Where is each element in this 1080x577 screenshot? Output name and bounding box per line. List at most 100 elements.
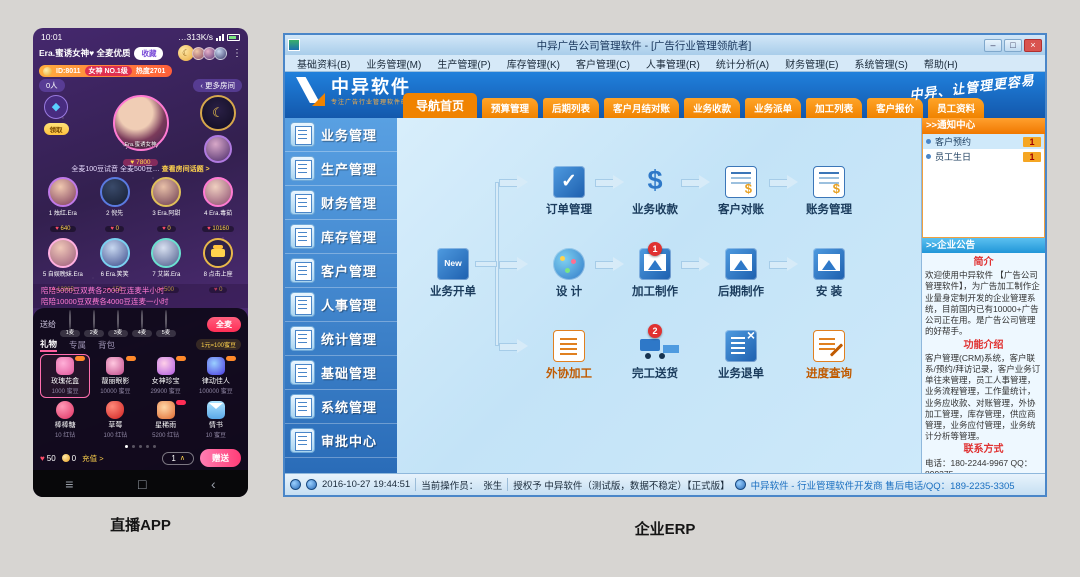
gift-target[interactable]: 4麦 (132, 311, 152, 337)
close-button[interactable]: × (1024, 39, 1042, 52)
workflow-node-design[interactable]: 设 计 (537, 248, 601, 299)
menu-basic-data[interactable]: 基础资料(B) (289, 56, 358, 71)
gift-target[interactable]: 3麦 (108, 311, 128, 337)
sidebar-item-inventory[interactable]: 库存管理 (285, 220, 397, 254)
gift-item-selected[interactable]: 玫瑰花盒1000 蜜豆 (40, 354, 90, 398)
tab-gifts[interactable]: 礼物 (40, 338, 57, 352)
menu-finance[interactable]: 财务管理(E) (777, 56, 846, 71)
workflow-node-outsourcing[interactable]: 外协加工 (537, 330, 601, 381)
gears-icon (290, 360, 315, 385)
people-count-pill[interactable]: 0人 (39, 79, 65, 92)
menu-production[interactable]: 生产管理(P) (429, 56, 498, 71)
nav-menu-icon[interactable]: ≡ (65, 476, 73, 492)
menu-help[interactable]: 帮助(H) (916, 56, 966, 71)
workflow-node-order-mgmt[interactable]: 订单管理 (537, 166, 601, 217)
tab-processing-list[interactable]: 加工列表 (806, 98, 862, 118)
count-badge: 1 (1023, 137, 1041, 147)
tab-staff[interactable]: 员工资料 (928, 98, 984, 118)
tab-nav-home[interactable]: 导航首页 (403, 93, 477, 118)
workflow-node-return[interactable]: 业务退单 (709, 330, 773, 381)
workflow-node-accounting[interactable]: 账务管理 (797, 166, 861, 217)
mic-seat[interactable]: 1 烛红.Era♥ 640 (37, 177, 89, 235)
gift-item[interactable]: 靓丽眼影10000 蜜豆 (90, 354, 140, 398)
menu-business[interactable]: 业务管理(M) (358, 56, 429, 71)
more-rooms-button[interactable]: ‹ 更多房间 (193, 79, 242, 92)
window-titlebar[interactable]: 中异广告公司管理软件 - [广告行业管理领航者] – □ × (285, 35, 1045, 55)
workflow-node-postproduction[interactable]: 后期制作 (709, 248, 773, 299)
workflow-node-delivery[interactable]: 2完工送货 (623, 330, 687, 381)
workflow-node-new-order[interactable]: 业务开单 (421, 248, 485, 299)
tab-exclusive[interactable]: 专属 (69, 339, 86, 351)
gift-grid: 玫瑰花盒1000 蜜豆 靓丽眼影10000 蜜豆 女神珍宝29900 蜜豆 律动… (40, 354, 241, 442)
target-avatar (93, 310, 95, 329)
gift-item[interactable]: 棒棒糖10 红钻 (40, 398, 90, 442)
workflow-node-install[interactable]: 安 装 (797, 248, 861, 299)
sidebar-item-customer[interactable]: 客户管理 (285, 254, 397, 288)
workflow-node-progress[interactable]: 进度查询 (797, 330, 861, 381)
workflow-node-receipts[interactable]: 业务收款 (623, 166, 687, 217)
sidebar-item-business[interactable]: 业务管理 (285, 118, 397, 152)
gift-target[interactable]: 2麦 (84, 311, 104, 337)
gift-item[interactable]: 女神珍宝29900 蜜豆 (141, 354, 191, 398)
all-mic-button[interactable]: 全麦 (207, 317, 241, 332)
tab-budget[interactable]: 预算管理 (482, 98, 538, 118)
tab-receipts[interactable]: 业务收款 (684, 98, 740, 118)
menu-system[interactable]: 系统管理(S) (847, 56, 916, 71)
gift-item[interactable]: 星稀雨5200 红钻 (141, 398, 191, 442)
menu-statistics[interactable]: 统计分析(A) (708, 56, 777, 71)
sidebar-item-basic[interactable]: 基础管理 (285, 356, 397, 390)
maximize-button[interactable]: □ (1004, 39, 1022, 52)
viewer-avatar[interactable] (214, 47, 227, 60)
gift-item[interactable]: 情书10 蜜豆 (191, 398, 241, 442)
minimize-button[interactable]: – (984, 39, 1002, 52)
claim-button[interactable]: 领取 (44, 123, 69, 135)
menu-customer[interactable]: 客户管理(C) (568, 56, 638, 71)
notify-item-appointments[interactable]: 客户预约1 (923, 134, 1044, 149)
gift-item[interactable]: 律动佳人100000 蜜豆 (191, 354, 241, 398)
recharge-link[interactable]: 充值 > (82, 453, 103, 464)
nav-home-icon[interactable]: □ (138, 476, 146, 492)
sidebar-item-hr[interactable]: 人事管理 (285, 288, 397, 322)
week-star-frame[interactable]: ☾ (200, 95, 236, 131)
quantity-stepper[interactable]: 1∧ (162, 452, 194, 465)
vendor-link[interactable]: 中异软件 - 行业管理软件开发商 售后电话/QQ：189-2235-3305 (751, 478, 1015, 492)
more-menu-icon[interactable]: ⋮ (232, 48, 242, 59)
room-topic-link[interactable]: 查看房间话题 > (162, 166, 210, 173)
workflow-node-processing[interactable]: 1加工制作 (623, 248, 687, 299)
tab-postproduction-list[interactable]: 后期列表 (543, 98, 599, 118)
favorite-button[interactable]: 收藏 (134, 47, 163, 60)
host-avatar[interactable]: Era.蜜诱女神 (113, 95, 169, 151)
tab-monthly-statement[interactable]: 客户月结对账 (604, 98, 679, 118)
caption-erp: 企业ERP (283, 518, 1047, 539)
workflow-node-reconcile[interactable]: 客户对账 (709, 166, 773, 217)
app-header: 中异软件 专注广告行业管理软件研发 导航首页 预算管理 后期列表 客户月结对账 … (285, 72, 1045, 118)
sidebar-item-statistics[interactable]: 统计管理 (285, 322, 397, 356)
sidebar-item-approval[interactable]: 审批中心 (285, 424, 397, 458)
room-announcement: 陪陪5000豆双费各2000豆连麦半小时 陪陪10000豆双费各4000豆连麦一… (33, 284, 248, 308)
mic-seat[interactable]: 3 Era.阿甜♥ 0 (141, 177, 193, 235)
tab-dispatch[interactable]: 业务派单 (745, 98, 801, 118)
gift-item[interactable]: 草莓100 红钻 (90, 398, 140, 442)
sidebar-item-system[interactable]: 系统管理 (285, 390, 397, 424)
coin-icon (62, 454, 70, 462)
gift-target[interactable]: 5麦 (156, 311, 176, 337)
sidebar-item-production[interactable]: 生产管理 (285, 152, 397, 186)
menu-hr[interactable]: 人事管理(R) (638, 56, 708, 71)
people-icon (290, 292, 315, 317)
mic-seat[interactable]: 4 Era.毒茹♥ 10160 (192, 177, 244, 235)
beauty-icon (207, 357, 225, 375)
guard-avatar-frame[interactable] (204, 135, 232, 163)
target-avatar (117, 310, 119, 329)
notify-list: 客户预约1 员工生日1 (922, 134, 1045, 238)
notify-item-birthdays[interactable]: 员工生日1 (923, 149, 1044, 164)
person-icon (290, 258, 315, 283)
tab-backpack[interactable]: 背包 (98, 339, 115, 351)
sidebar-item-finance[interactable]: 财务管理 (285, 186, 397, 220)
menu-inventory[interactable]: 库存管理(K) (499, 56, 568, 71)
send-gift-button[interactable]: 赠送 (200, 449, 241, 467)
nav-back-icon[interactable]: ‹ (211, 476, 216, 492)
room-badges[interactable]: ID:8011 女神 NO.1级 热度2701 (39, 65, 172, 77)
gift-target[interactable]: 1麦 (60, 311, 80, 337)
mic-seat[interactable]: 2 倪先♥ 0 (89, 177, 141, 235)
announce-text: 欢迎使用中异软件 【广告公司管理软件】，为广告加工制作企业量身定制开发的企业管理… (925, 270, 1042, 337)
